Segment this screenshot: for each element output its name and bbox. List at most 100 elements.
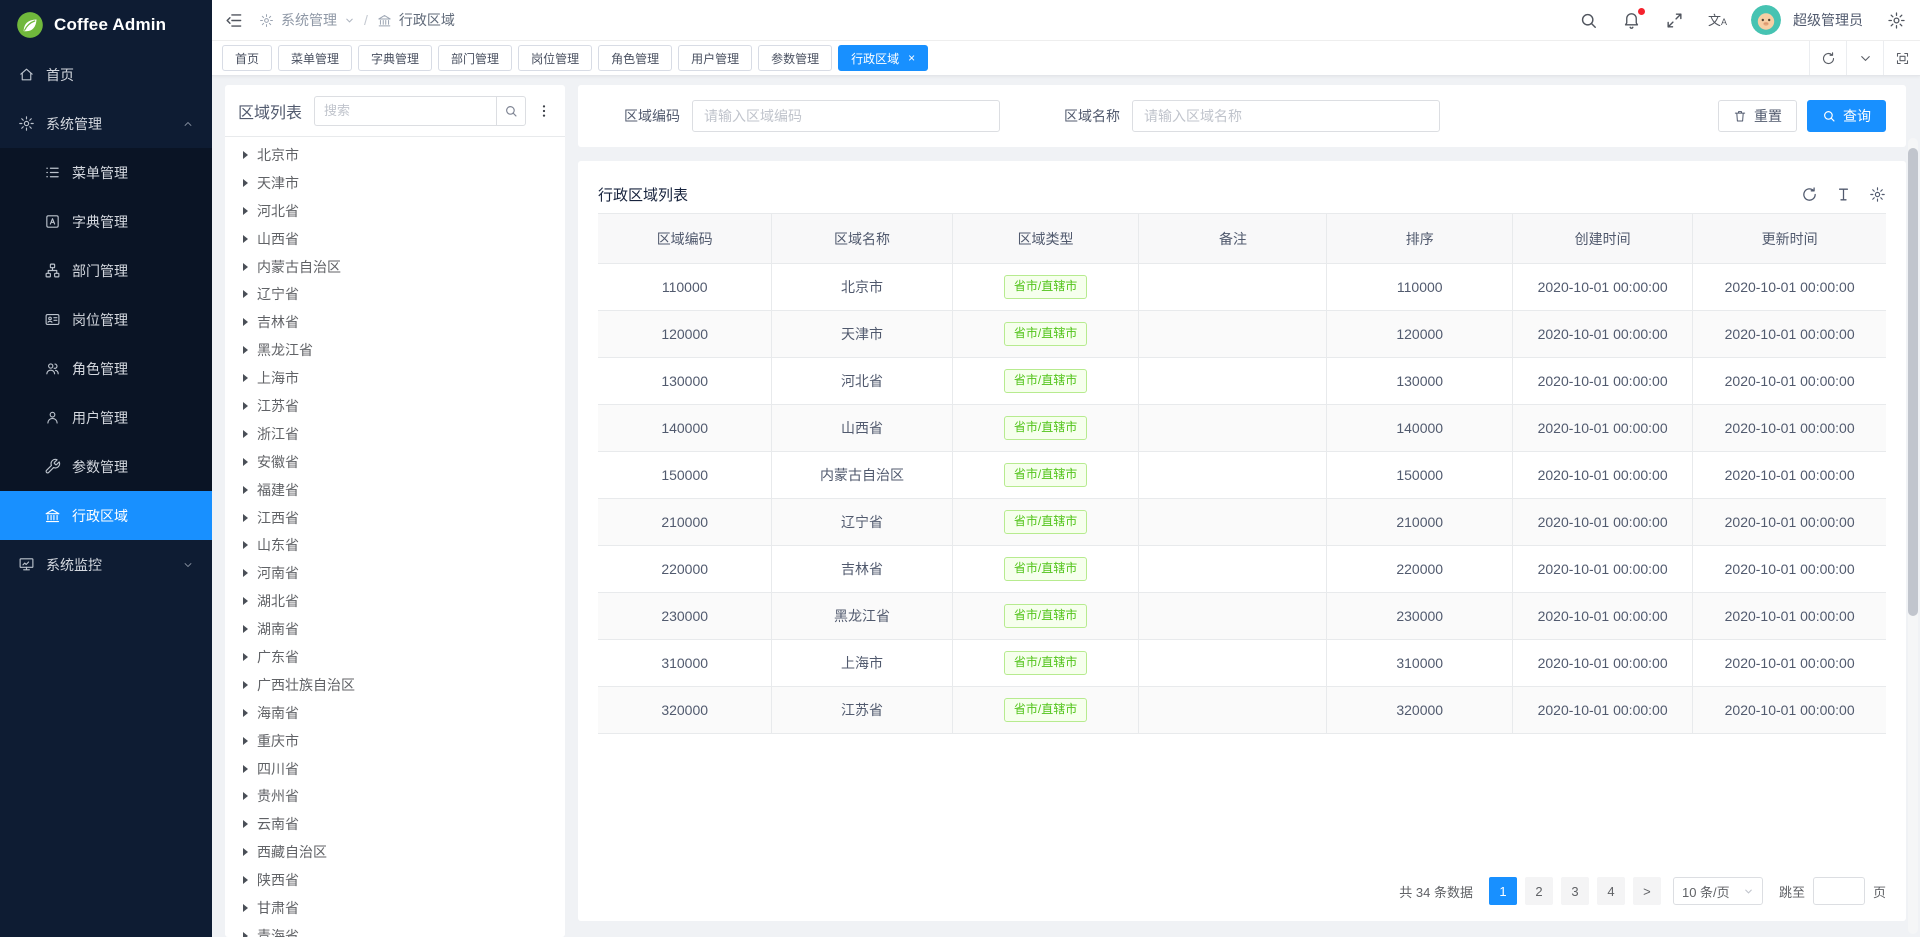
caret-right-icon[interactable] <box>243 876 248 884</box>
close-tab-icon[interactable]: × <box>908 52 915 64</box>
tab-首页[interactable]: 首页 <box>222 45 272 71</box>
caret-right-icon[interactable] <box>243 402 248 410</box>
tab-用户管理[interactable]: 用户管理 <box>678 45 752 71</box>
tree-item[interactable]: 山东省 <box>225 531 565 559</box>
tree-item[interactable]: 江苏省 <box>225 392 565 420</box>
caret-right-icon[interactable] <box>243 346 248 354</box>
tree-item[interactable]: 黑龙江省 <box>225 336 565 364</box>
tree-item[interactable]: 北京市 <box>225 141 565 169</box>
tree-search-input[interactable] <box>314 96 496 126</box>
settings-gear-icon[interactable] <box>1887 11 1906 30</box>
tree-item[interactable]: 云南省 <box>225 810 565 838</box>
caret-right-icon[interactable] <box>243 151 248 159</box>
caret-right-icon[interactable] <box>243 932 248 937</box>
reset-button[interactable]: 重置 <box>1718 100 1797 132</box>
tree-item[interactable]: 重庆市 <box>225 727 565 755</box>
region-name-input[interactable] <box>1132 100 1440 132</box>
table-row[interactable]: 210000辽宁省省市/直辖市2100002020-10-01 00:00:00… <box>598 499 1886 546</box>
table-row[interactable]: 220000吉林省省市/直辖市2200002020-10-01 00:00:00… <box>598 546 1886 593</box>
caret-right-icon[interactable] <box>243 709 248 717</box>
page-scrollbar[interactable] <box>1908 138 1918 934</box>
caret-right-icon[interactable] <box>243 458 248 466</box>
tree-item[interactable]: 四川省 <box>225 755 565 783</box>
sidebar-item-home[interactable]: 首页 <box>0 50 212 99</box>
kebab-menu-icon[interactable] <box>536 102 552 120</box>
caret-right-icon[interactable] <box>243 569 248 577</box>
tree-item[interactable]: 山西省 <box>225 225 565 253</box>
page-button-1[interactable]: 1 <box>1489 877 1517 905</box>
caret-right-icon[interactable] <box>243 765 248 773</box>
refresh-icon[interactable] <box>1801 186 1818 203</box>
tab-角色管理[interactable]: 角色管理 <box>598 45 672 71</box>
column-settings-gear-icon[interactable] <box>1869 186 1886 203</box>
refresh-tab-icon[interactable] <box>1809 41 1846 75</box>
caret-right-icon[interactable] <box>243 235 248 243</box>
caret-right-icon[interactable] <box>243 625 248 633</box>
breadcrumb-section[interactable]: 系统管理 <box>281 10 337 30</box>
table-row[interactable]: 140000山西省省市/直辖市1400002020-10-01 00:00:00… <box>598 405 1886 452</box>
tree-item[interactable]: 浙江省 <box>225 420 565 448</box>
caret-right-icon[interactable] <box>243 904 248 912</box>
tree-item[interactable]: 吉林省 <box>225 308 565 336</box>
tree-item[interactable]: 天津市 <box>225 169 565 197</box>
sidebar-item-post-manage[interactable]: 岗位管理 <box>0 295 212 344</box>
tree-item[interactable]: 内蒙古自治区 <box>225 253 565 281</box>
tab-options-chevron-icon[interactable] <box>1846 41 1883 75</box>
tab-岗位管理[interactable]: 岗位管理 <box>518 45 592 71</box>
tree-item[interactable]: 海南省 <box>225 699 565 727</box>
caret-right-icon[interactable] <box>243 430 248 438</box>
tree-item[interactable]: 广东省 <box>225 643 565 671</box>
table-row[interactable]: 120000天津市省市/直辖市1200002020-10-01 00:00:00… <box>598 311 1886 358</box>
page-button-2[interactable]: 2 <box>1525 877 1553 905</box>
notification-bell-icon[interactable] <box>1622 11 1641 30</box>
tab-字典管理[interactable]: 字典管理 <box>358 45 432 71</box>
caret-right-icon[interactable] <box>243 318 248 326</box>
table-row[interactable]: 230000黑龙江省省市/直辖市2300002020-10-01 00:00:0… <box>598 593 1886 640</box>
caret-right-icon[interactable] <box>243 792 248 800</box>
tree-item[interactable]: 河南省 <box>225 559 565 587</box>
caret-right-icon[interactable] <box>243 207 248 215</box>
table-row[interactable]: 150000内蒙古自治区省市/直辖市1500002020-10-01 00:00… <box>598 452 1886 499</box>
table-row[interactable]: 310000上海市省市/直辖市3100002020-10-01 00:00:00… <box>598 640 1886 687</box>
tree-item[interactable]: 福建省 <box>225 476 565 504</box>
tree-item[interactable]: 湖北省 <box>225 587 565 615</box>
caret-right-icon[interactable] <box>243 737 248 745</box>
collapse-sidebar-icon[interactable] <box>224 11 243 30</box>
tab-部门管理[interactable]: 部门管理 <box>438 45 512 71</box>
sidebar-item-param-manage[interactable]: 参数管理 <box>0 442 212 491</box>
sidebar-item-user-manage[interactable]: 用户管理 <box>0 393 212 442</box>
sidebar-item-system-monitor[interactable]: 系统监控 <box>0 540 212 589</box>
tree-item[interactable]: 甘肃省 <box>225 894 565 922</box>
region-code-input[interactable] <box>692 100 1000 132</box>
tree-item[interactable]: 江西省 <box>225 504 565 532</box>
caret-right-icon[interactable] <box>243 179 248 187</box>
sidebar-item-menu-manage[interactable]: 菜单管理 <box>0 148 212 197</box>
caret-right-icon[interactable] <box>243 820 248 828</box>
next-page-button[interactable]: > <box>1633 877 1661 905</box>
caret-right-icon[interactable] <box>243 514 248 522</box>
caret-right-icon[interactable] <box>243 263 248 271</box>
caret-right-icon[interactable] <box>243 290 248 298</box>
tree-item[interactable]: 河北省 <box>225 197 565 225</box>
table-row[interactable]: 320000江苏省省市/直辖市3200002020-10-01 00:00:00… <box>598 687 1886 734</box>
tree-item[interactable]: 湖南省 <box>225 615 565 643</box>
tree-item[interactable]: 贵州省 <box>225 782 565 810</box>
sidebar-item-system-manage[interactable]: 系统管理 <box>0 99 212 148</box>
page-button-4[interactable]: 4 <box>1597 877 1625 905</box>
tab-参数管理[interactable]: 参数管理 <box>758 45 832 71</box>
search-icon[interactable] <box>1579 11 1598 30</box>
tree-item[interactable]: 西藏自治区 <box>225 838 565 866</box>
caret-right-icon[interactable] <box>243 486 248 494</box>
sidebar-item-role-manage[interactable]: 角色管理 <box>0 344 212 393</box>
sidebar-item-dept-manage[interactable]: 部门管理 <box>0 246 212 295</box>
scrollbar-thumb[interactable] <box>1908 148 1918 616</box>
caret-right-icon[interactable] <box>243 374 248 382</box>
caret-right-icon[interactable] <box>243 653 248 661</box>
sidebar-item-region[interactable]: 行政区域 <box>0 491 212 540</box>
text-size-icon[interactable] <box>1835 186 1852 203</box>
tree-item[interactable]: 青海省 <box>225 922 565 937</box>
tree-item[interactable]: 安徽省 <box>225 448 565 476</box>
tree-search-button[interactable] <box>496 96 526 126</box>
table-row[interactable]: 130000河北省省市/直辖市1300002020-10-01 00:00:00… <box>598 358 1886 405</box>
tab-行政区域[interactable]: 行政区域× <box>838 45 928 71</box>
